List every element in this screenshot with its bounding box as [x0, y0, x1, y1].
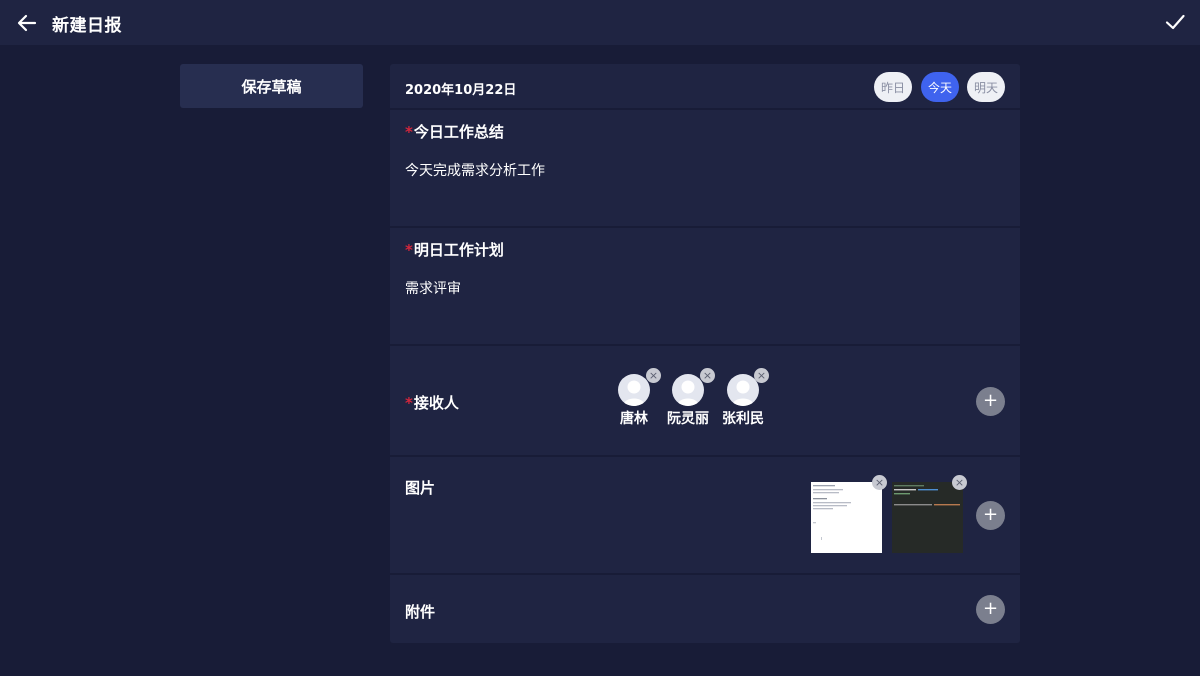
tomorrow-button[interactable]: 明天 [967, 72, 1005, 102]
add-recipient-button[interactable]: + [976, 387, 1005, 416]
images-section: 图片 × × + [390, 457, 1020, 575]
yesterday-button[interactable]: 昨日 [874, 72, 912, 102]
today-summary-title: *今日工作总结 [405, 121, 504, 142]
tomorrow-plan-label: 明日工作计划 [413, 241, 504, 259]
user-silhouette-icon [677, 380, 699, 406]
images-title: 图片 [405, 479, 436, 497]
recipients-section: *接收人 唐林 × 阮灵丽 × 张利民 × + [390, 346, 1020, 457]
recipient-name: 张利民 [722, 411, 764, 427]
save-draft-button[interactable]: 保存草稿 [180, 64, 363, 108]
report-date[interactable]: 2020年10月22日 [405, 79, 516, 98]
recipients-title: *接收人 [405, 392, 459, 413]
attachments-title: 附件 [405, 603, 436, 621]
date-row: 2020年10月22日 昨日 今天 明天 [390, 64, 1020, 110]
remove-recipient-icon[interactable]: × [646, 368, 661, 383]
recipient-name: 阮灵丽 [667, 411, 709, 427]
image-thumbnail[interactable] [811, 482, 882, 553]
recipients-label: 接收人 [413, 394, 459, 412]
top-bar: 新建日报 [0, 0, 1200, 45]
checkmark-icon[interactable] [1164, 11, 1186, 33]
report-form: 2020年10月22日 昨日 今天 明天 *今日工作总结 今天完成需求分析工作 … [390, 64, 1020, 643]
required-mark: * [405, 123, 413, 141]
arrow-left-icon[interactable] [16, 12, 38, 34]
remove-image-icon[interactable]: × [952, 475, 967, 490]
remove-image-icon[interactable]: × [872, 475, 887, 490]
today-button[interactable]: 今天 [921, 72, 959, 102]
add-image-button[interactable]: + [976, 501, 1005, 530]
required-mark: * [405, 394, 413, 412]
page-title: 新建日报 [52, 16, 122, 36]
code-preview-image [894, 485, 960, 506]
avatar [618, 374, 650, 406]
screenshot-preview-image [813, 485, 851, 540]
remove-recipient-icon[interactable]: × [754, 368, 769, 383]
tomorrow-plan-title: *明日工作计划 [405, 239, 504, 260]
today-summary-label: 今日工作总结 [413, 123, 504, 141]
user-silhouette-icon [623, 380, 645, 406]
add-attachment-button[interactable]: + [976, 595, 1005, 624]
tomorrow-plan-section: *明日工作计划 需求评审 [390, 228, 1020, 346]
required-mark: * [405, 241, 413, 259]
today-summary-section: *今日工作总结 今天完成需求分析工作 [390, 110, 1020, 228]
recipient-name: 唐林 [620, 411, 648, 427]
avatar [672, 374, 704, 406]
remove-recipient-icon[interactable]: × [700, 368, 715, 383]
tomorrow-plan-input[interactable]: 需求评审 [405, 278, 461, 298]
image-thumbnail[interactable] [892, 482, 963, 553]
attachments-section: 附件 + [390, 575, 1020, 643]
today-summary-input[interactable]: 今天完成需求分析工作 [405, 160, 545, 180]
